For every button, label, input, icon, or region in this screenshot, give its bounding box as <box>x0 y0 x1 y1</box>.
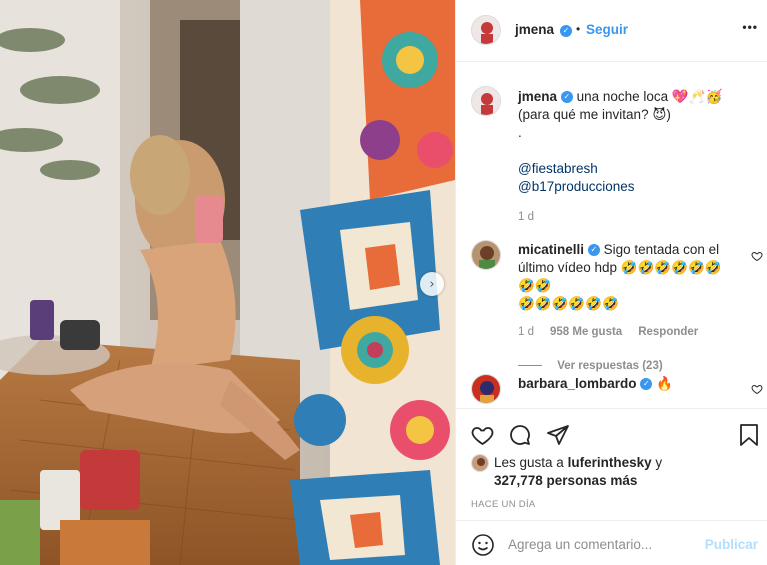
comment-text: 🔥 <box>656 376 673 391</box>
liker-avatar[interactable] <box>471 454 489 472</box>
caption-line-1: una noche loca 💖🥂🥳 <box>576 89 723 104</box>
comment-input[interactable]: Agrega un comentario... <box>508 537 652 552</box>
share-icon[interactable] <box>546 423 570 447</box>
replies-divider <box>518 365 542 367</box>
carousel-next-button[interactable]: › <box>420 272 444 296</box>
avatar-image <box>472 16 500 44</box>
comment-text-line-2: último vídeo hdp 🤣🤣🤣🤣🤣🤣🤣🤣 <box>518 260 722 293</box>
comment-item: barbara_lombardo ✓ 🔥 <box>518 375 738 393</box>
comment-username[interactable]: barbara_lombardo <box>518 376 637 391</box>
mention-fiestabresh[interactable]: @fiestabresh <box>518 160 758 178</box>
post-header: jmena ✓ • Seguir ••• <box>456 0 767 62</box>
liker-username[interactable]: luferinthesky <box>568 455 652 470</box>
caption-line-3: . <box>518 125 522 140</box>
caption-avatar-image <box>472 87 500 115</box>
post-image <box>0 0 455 565</box>
post-actions: Les gusta a luferinthesky y 327,778 pers… <box>456 408 767 518</box>
likes-prefix: Les gusta a <box>494 455 564 470</box>
post-time-ago[interactable]: HACE UN DÍA <box>471 499 536 510</box>
comment-like-heart-icon[interactable] <box>751 383 763 395</box>
comment-text-line-3: 🤣🤣🤣🤣🤣🤣 <box>518 296 619 311</box>
comment-avatar[interactable] <box>471 240 501 270</box>
mention-b17producciones[interactable]: @b17producciones <box>518 178 758 196</box>
heart-icon[interactable] <box>470 423 495 447</box>
likes-count[interactable]: 327,778 personas más <box>494 473 637 488</box>
comment-username[interactable]: micatinelli <box>518 242 584 257</box>
reply-button[interactable]: Responder <box>638 326 698 338</box>
publish-button[interactable]: Publicar <box>705 537 758 552</box>
comment-likes[interactable]: 958 Me gusta <box>550 326 622 338</box>
chevron-right-icon: › <box>429 276 435 292</box>
post-detail-panel: jmena ✓ • Seguir ••• jmena ✓ una noche l… <box>455 0 767 565</box>
separator-dot: • <box>576 22 581 36</box>
caption: jmena ✓ una noche loca 💖🥂🥳 (para qué me … <box>518 88 758 226</box>
verified-badge-icon: ✓ <box>640 378 653 391</box>
verified-badge-icon: ✓ <box>587 244 600 257</box>
likes-summary: Les gusta a luferinthesky y 327,778 pers… <box>494 454 662 490</box>
post-username[interactable]: jmena <box>515 22 554 37</box>
more-options-icon[interactable]: ••• <box>742 20 758 34</box>
verified-badge-icon: ✓ <box>560 25 572 37</box>
comment-avatar-image <box>472 241 500 269</box>
comment-like-heart-icon[interactable] <box>751 250 763 262</box>
follow-button[interactable]: Seguir <box>586 22 628 37</box>
comment-bar: Agrega un comentario... Publicar <box>456 520 767 565</box>
caption-time[interactable]: 1 d <box>518 208 758 226</box>
bookmark-icon[interactable] <box>738 423 760 447</box>
comment-item: micatinelli ✓ Sigo tentada con el último… <box>518 241 738 375</box>
liker-avatar-image <box>472 455 488 471</box>
comment-text-line-1: Sigo tentada con el <box>603 242 720 257</box>
verified-badge-icon: ✓ <box>560 91 573 104</box>
emoji-icon[interactable] <box>471 533 495 557</box>
post-photo: › <box>0 0 455 565</box>
comment-icon[interactable] <box>508 423 532 447</box>
likes-connector: y <box>655 455 663 470</box>
comment-avatar-image <box>472 375 500 403</box>
view-replies-button[interactable]: Ver respuestas (23) <box>557 360 662 372</box>
comment-time[interactable]: 1 d <box>518 326 534 338</box>
caption-avatar[interactable] <box>471 86 501 116</box>
caption-line-2: (para qué me invitan? 😈) <box>518 107 671 122</box>
avatar[interactable] <box>471 15 501 45</box>
comment-avatar[interactable] <box>471 374 501 404</box>
caption-username[interactable]: jmena <box>518 89 557 104</box>
